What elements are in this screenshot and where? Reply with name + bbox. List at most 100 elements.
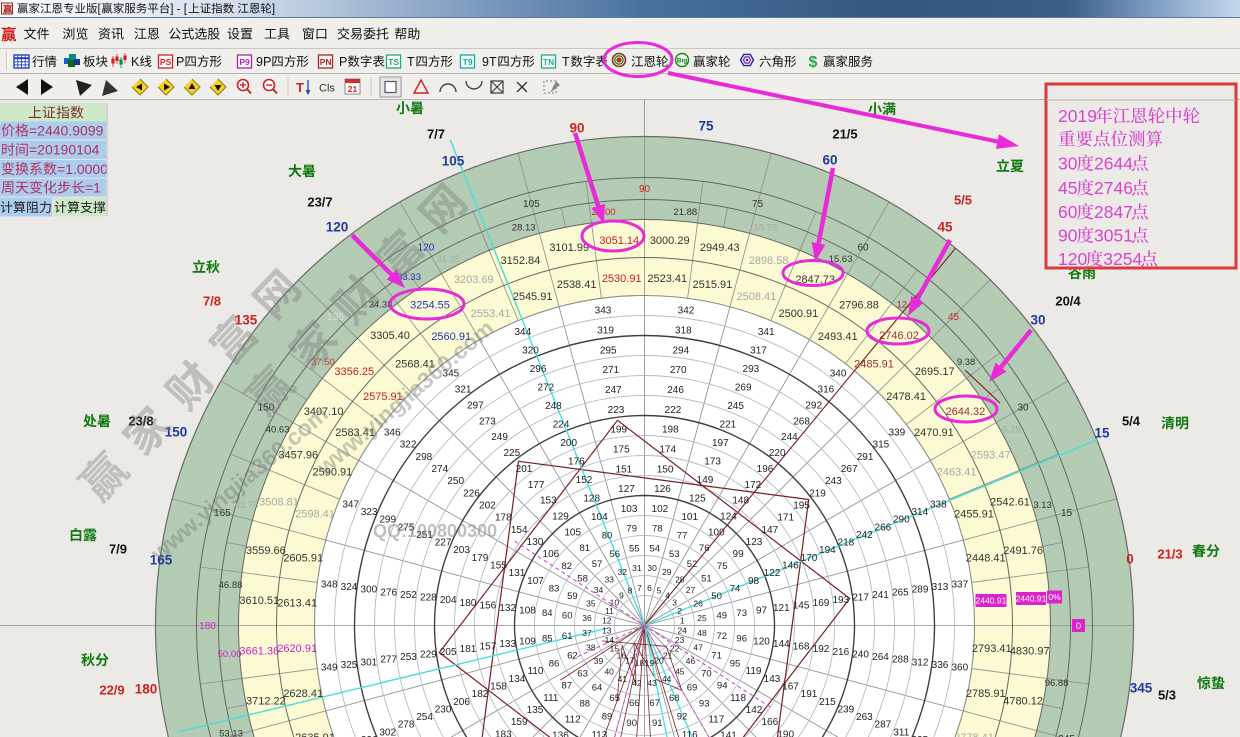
svg-text:205: 205 bbox=[440, 647, 457, 658]
svg-text:50: 50 bbox=[711, 591, 722, 602]
svg-text:318: 318 bbox=[675, 326, 692, 337]
svg-text:247: 247 bbox=[605, 385, 622, 396]
svg-text:274: 274 bbox=[431, 464, 448, 475]
svg-text:60: 60 bbox=[857, 243, 869, 254]
svg-text:4830.97: 4830.97 bbox=[1010, 646, 1050, 658]
svg-text:159: 159 bbox=[511, 717, 528, 728]
svg-text:220: 220 bbox=[769, 448, 786, 459]
svg-text:3051.14: 3051.14 bbox=[599, 235, 639, 247]
svg-text:66: 66 bbox=[629, 698, 640, 709]
svg-text:2463.41: 2463.41 bbox=[937, 466, 977, 478]
svg-text:109: 109 bbox=[519, 636, 536, 647]
svg-text:92: 92 bbox=[677, 711, 688, 722]
svg-text:31: 31 bbox=[632, 563, 642, 573]
svg-text:98: 98 bbox=[748, 576, 760, 587]
svg-text:9P: 9P bbox=[256, 55, 271, 69]
svg-text:321: 321 bbox=[455, 385, 472, 396]
svg-text:5/5: 5/5 bbox=[954, 193, 972, 208]
svg-text:116: 116 bbox=[682, 730, 698, 737]
svg-text:348: 348 bbox=[321, 580, 338, 591]
svg-text:204: 204 bbox=[440, 595, 457, 606]
svg-text:7: 7 bbox=[637, 583, 642, 593]
svg-text:46: 46 bbox=[686, 656, 696, 666]
svg-text:25: 25 bbox=[697, 613, 707, 623]
svg-text:51: 51 bbox=[701, 573, 712, 584]
svg-text:100: 100 bbox=[708, 527, 725, 538]
svg-text:38: 38 bbox=[586, 643, 596, 653]
svg-text:46.88: 46.88 bbox=[219, 580, 243, 591]
svg-text:7/9: 7/9 bbox=[109, 542, 127, 557]
svg-text:3254: 3254 bbox=[1103, 249, 1142, 269]
svg-text:174: 174 bbox=[659, 445, 676, 456]
svg-text:125: 125 bbox=[689, 494, 706, 505]
svg-text:273: 273 bbox=[479, 416, 496, 427]
svg-text:P9: P9 bbox=[239, 57, 250, 67]
svg-text:183: 183 bbox=[495, 729, 512, 737]
svg-text:2500.91: 2500.91 bbox=[779, 308, 819, 320]
svg-text:62: 62 bbox=[567, 651, 578, 662]
svg-text:202: 202 bbox=[479, 501, 496, 512]
svg-text:2949.43: 2949.43 bbox=[700, 242, 740, 254]
svg-text:52: 52 bbox=[687, 559, 698, 570]
svg-text:191: 191 bbox=[801, 689, 818, 700]
svg-text:341: 341 bbox=[758, 327, 775, 338]
svg-text:45: 45 bbox=[675, 667, 685, 677]
svg-text:3152.84: 3152.84 bbox=[501, 255, 541, 267]
svg-text:192: 192 bbox=[813, 644, 830, 655]
svg-text:2455.91: 2455.91 bbox=[954, 509, 994, 521]
svg-text:314: 314 bbox=[911, 507, 928, 518]
svg-text:133: 133 bbox=[499, 639, 516, 650]
svg-text:12: 12 bbox=[602, 616, 612, 626]
svg-text:2485.91: 2485.91 bbox=[854, 359, 894, 371]
svg-text:26: 26 bbox=[693, 598, 703, 608]
svg-text:72: 72 bbox=[717, 631, 728, 642]
svg-text:2785.91: 2785.91 bbox=[966, 688, 1006, 700]
svg-text:32: 32 bbox=[618, 567, 628, 577]
svg-text:250: 250 bbox=[447, 476, 464, 487]
svg-text:180: 180 bbox=[135, 682, 158, 697]
svg-text:264: 264 bbox=[872, 652, 889, 663]
svg-text:240: 240 bbox=[852, 650, 869, 661]
svg-text:30: 30 bbox=[647, 563, 657, 573]
svg-text:215: 215 bbox=[819, 697, 836, 708]
svg-text:292: 292 bbox=[805, 400, 822, 411]
svg-text:131: 131 bbox=[509, 568, 526, 579]
svg-text:90: 90 bbox=[1058, 226, 1078, 246]
svg-text:254: 254 bbox=[416, 712, 433, 723]
svg-text:29: 29 bbox=[662, 567, 672, 577]
svg-text:93: 93 bbox=[699, 699, 710, 710]
svg-text:PS: PS bbox=[160, 57, 172, 67]
svg-text:117: 117 bbox=[708, 715, 724, 726]
svg-text:230: 230 bbox=[435, 704, 452, 715]
svg-text:302: 302 bbox=[379, 727, 396, 737]
svg-text:50.00: 50.00 bbox=[218, 649, 242, 660]
svg-text:17: 17 bbox=[625, 656, 635, 666]
svg-text:35: 35 bbox=[586, 598, 596, 608]
svg-text:322: 322 bbox=[400, 440, 417, 451]
svg-text:229: 229 bbox=[420, 650, 437, 661]
svg-text:61: 61 bbox=[562, 631, 573, 642]
svg-text:298: 298 bbox=[416, 452, 433, 463]
svg-text:180: 180 bbox=[460, 598, 477, 609]
svg-text:96.88: 96.88 bbox=[1045, 678, 1069, 689]
svg-text:TS: TS bbox=[388, 57, 399, 67]
svg-text:75: 75 bbox=[698, 119, 714, 134]
svg-text:42: 42 bbox=[632, 678, 642, 688]
svg-text:81: 81 bbox=[580, 543, 591, 554]
svg-text:2898.58: 2898.58 bbox=[749, 255, 789, 267]
svg-text:111: 111 bbox=[543, 693, 559, 704]
svg-text:2538.41: 2538.41 bbox=[557, 279, 597, 291]
svg-text:167: 167 bbox=[782, 682, 799, 693]
svg-text:3508.81: 3508.81 bbox=[259, 496, 299, 508]
svg-text:360: 360 bbox=[951, 663, 968, 674]
svg-text:28.13: 28.13 bbox=[512, 223, 536, 234]
svg-text:3203.69: 3203.69 bbox=[454, 274, 494, 286]
svg-text:3101.99: 3101.99 bbox=[549, 242, 589, 254]
svg-text:2523.41: 2523.41 bbox=[647, 273, 687, 285]
svg-text:217: 217 bbox=[852, 593, 869, 604]
svg-text:269: 269 bbox=[735, 383, 752, 394]
svg-text:77: 77 bbox=[677, 530, 688, 541]
svg-text:221: 221 bbox=[720, 420, 737, 431]
svg-text:11: 11 bbox=[605, 606, 614, 616]
svg-text:22/9: 22/9 bbox=[99, 683, 124, 698]
